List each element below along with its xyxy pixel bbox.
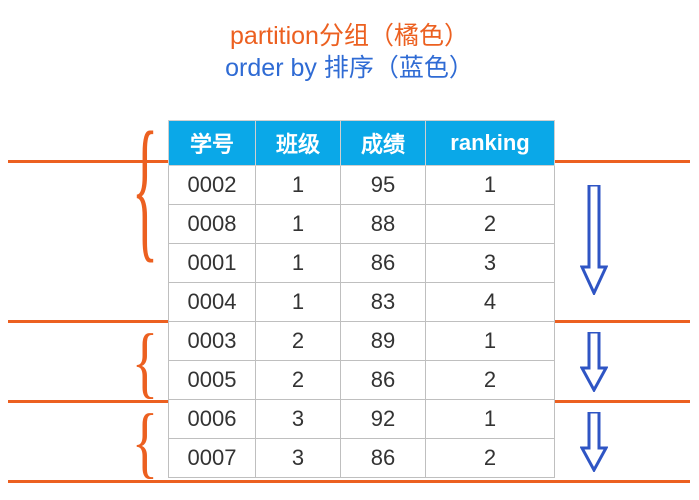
diagram-canvas: partition分组（橘色） order by 排序（蓝色） { { { [0, 0, 699, 500]
cell-rank: 4 [426, 283, 555, 322]
col-header-ranking: ranking [426, 121, 555, 166]
table-row: 0001 1 86 3 [169, 244, 555, 283]
cell-score: 88 [341, 205, 426, 244]
cell-score: 83 [341, 283, 426, 322]
cell-rank: 2 [426, 439, 555, 478]
orderby-arrow-3 [580, 412, 608, 472]
cell-id: 0003 [169, 322, 256, 361]
col-header-id: 学号 [169, 121, 256, 166]
cell-score: 92 [341, 400, 426, 439]
col-header-score: 成绩 [341, 121, 426, 166]
cell-id: 0005 [169, 361, 256, 400]
title-orderby: order by 排序（蓝色） [0, 52, 699, 85]
cell-class: 3 [256, 400, 341, 439]
table-row: 0004 1 83 4 [169, 283, 555, 322]
cell-rank: 2 [426, 205, 555, 244]
cell-id: 0001 [169, 244, 256, 283]
table-header-row: 学号 班级 成绩 ranking [169, 121, 555, 166]
partition-brace-1: { [120, 108, 170, 268]
cell-score: 95 [341, 166, 426, 205]
cell-id: 0004 [169, 283, 256, 322]
ranking-table: 学号 班级 成绩 ranking 0002 1 95 1 0008 1 88 2 [168, 120, 555, 478]
table-row: 0003 2 89 1 [169, 322, 555, 361]
table-row: 0008 1 88 2 [169, 205, 555, 244]
table-row: 0002 1 95 1 [169, 166, 555, 205]
cell-id: 0008 [169, 205, 256, 244]
orderby-arrow-2 [580, 332, 608, 392]
cell-score: 86 [341, 361, 426, 400]
cell-rank: 1 [426, 400, 555, 439]
title-partition: partition分组（橘色） [0, 20, 699, 53]
orderby-arrow-1 [580, 185, 608, 295]
cell-rank: 3 [426, 244, 555, 283]
cell-id: 0002 [169, 166, 256, 205]
cell-rank: 2 [426, 361, 555, 400]
cell-class: 1 [256, 283, 341, 322]
cell-id: 0006 [169, 400, 256, 439]
table-row: 0005 2 86 2 [169, 361, 555, 400]
cell-class: 1 [256, 244, 341, 283]
ranking-table-wrap: 学号 班级 成绩 ranking 0002 1 95 1 0008 1 88 2 [168, 120, 555, 478]
cell-class: 2 [256, 361, 341, 400]
cell-score: 89 [341, 322, 426, 361]
partition-line-bottom [8, 480, 690, 483]
table-row: 0006 3 92 1 [169, 400, 555, 439]
cell-score: 86 [341, 439, 426, 478]
col-header-class: 班级 [256, 121, 341, 166]
cell-score: 86 [341, 244, 426, 283]
cell-class: 1 [256, 205, 341, 244]
cell-class: 1 [256, 166, 341, 205]
cell-rank: 1 [426, 166, 555, 205]
cell-rank: 1 [426, 322, 555, 361]
cell-class: 3 [256, 439, 341, 478]
table-row: 0007 3 86 2 [169, 439, 555, 478]
partition-brace-2: { [120, 322, 170, 402]
cell-id: 0007 [169, 439, 256, 478]
cell-class: 2 [256, 322, 341, 361]
partition-brace-3: { [120, 402, 170, 482]
